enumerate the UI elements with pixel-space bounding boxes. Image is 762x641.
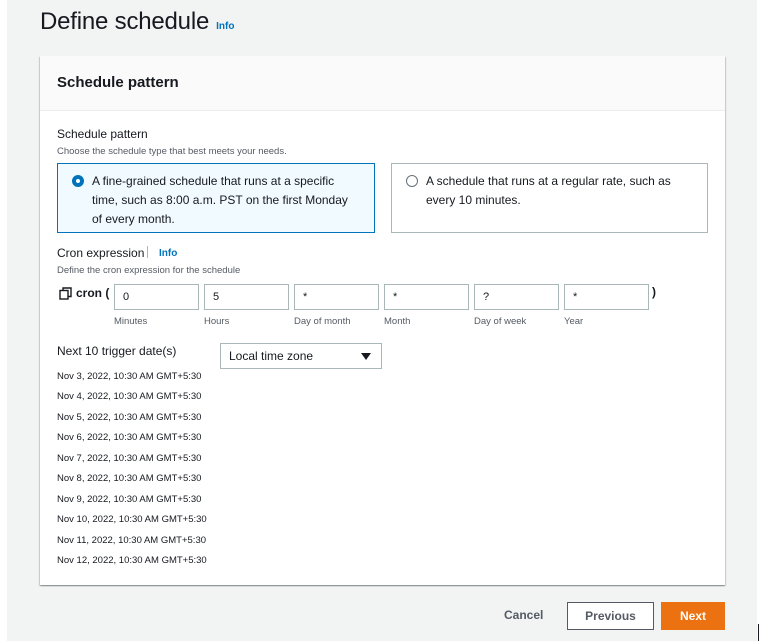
container-header: Schedule pattern	[40, 56, 725, 111]
option-label: A fine-grained schedule that runs at a s…	[92, 174, 348, 226]
cron-day-of-month-label: Day of month	[294, 316, 351, 327]
trigger-date: Nov 6, 2022, 10:30 AM GMT+5:30	[57, 432, 202, 443]
page-header: Define schedule Info	[40, 8, 234, 36]
schedule-pattern-description: Choose the schedule type that best meets…	[57, 146, 287, 157]
cron-month-input[interactable]: *	[384, 284, 469, 310]
trigger-date: Nov 7, 2022, 10:30 AM GMT+5:30	[57, 453, 202, 464]
cancel-button[interactable]: Cancel	[504, 608, 543, 622]
text-cursor-mark	[758, 624, 759, 641]
schedule-pattern-label: Schedule pattern	[57, 127, 148, 141]
radio-selected-icon[interactable]	[72, 175, 84, 187]
trigger-dates-label: Next 10 trigger date(s)	[57, 344, 177, 358]
page-title: Define schedule	[40, 8, 210, 35]
cron-year-input[interactable]: *	[564, 284, 649, 310]
container-title: Schedule pattern	[57, 74, 179, 91]
cron-prefix: cron (	[59, 286, 109, 300]
option-label: A schedule that runs at a regular rate, …	[426, 174, 671, 207]
trigger-date: Nov 9, 2022, 10:30 AM GMT+5:30	[57, 494, 202, 505]
copy-icon[interactable]	[59, 286, 72, 300]
cron-day-of-month-input[interactable]: *	[294, 284, 379, 310]
cron-minutes-label: Minutes	[114, 316, 148, 327]
option-fine-grained-schedule[interactable]: A fine-grained schedule that runs at a s…	[57, 163, 375, 233]
cron-hours-label: Hours	[204, 316, 230, 327]
next-button[interactable]: Next	[661, 602, 725, 630]
label-divider	[147, 246, 148, 258]
option-rate-based-schedule[interactable]: A schedule that runs at a regular rate, …	[391, 163, 708, 233]
cron-expression-description: Define the cron expression for the sched…	[57, 265, 241, 276]
trigger-date: Nov 11, 2022, 10:30 AM GMT+5:30	[57, 535, 207, 546]
caret-down-icon	[361, 353, 371, 360]
previous-button[interactable]: Previous	[567, 602, 654, 630]
cron-suffix: )	[652, 285, 656, 299]
trigger-date: Nov 12, 2022, 10:30 AM GMT+5:30	[57, 555, 207, 566]
cron-day-of-week-input[interactable]: ?	[474, 284, 559, 310]
trigger-date: Nov 5, 2022, 10:30 AM GMT+5:30	[57, 412, 202, 423]
page-info-link[interactable]: Info	[216, 21, 234, 32]
trigger-date: Nov 10, 2022, 10:30 AM GMT+5:30	[57, 514, 207, 525]
trigger-date: Nov 4, 2022, 10:30 AM GMT+5:30	[57, 391, 202, 402]
trigger-date: Nov 8, 2022, 10:30 AM GMT+5:30	[57, 473, 202, 484]
trigger-date: Nov 3, 2022, 10:30 AM GMT+5:30	[57, 371, 202, 382]
timezone-select[interactable]: Local time zone	[220, 343, 382, 369]
cron-prefix-text: cron (	[76, 286, 110, 300]
radio-unselected-icon[interactable]	[406, 175, 418, 187]
cron-year-label: Year	[564, 316, 584, 327]
timezone-select-value: Local time zone	[229, 349, 314, 363]
cron-expression-label: Cron expression	[57, 246, 145, 260]
cron-day-of-week-label: Day of week	[474, 316, 527, 327]
cron-hours-input[interactable]: 5	[204, 284, 289, 310]
cron-info-link[interactable]: Info	[159, 248, 177, 259]
cron-minutes-input[interactable]: 0	[114, 284, 199, 310]
cron-month-label: Month	[384, 316, 411, 327]
